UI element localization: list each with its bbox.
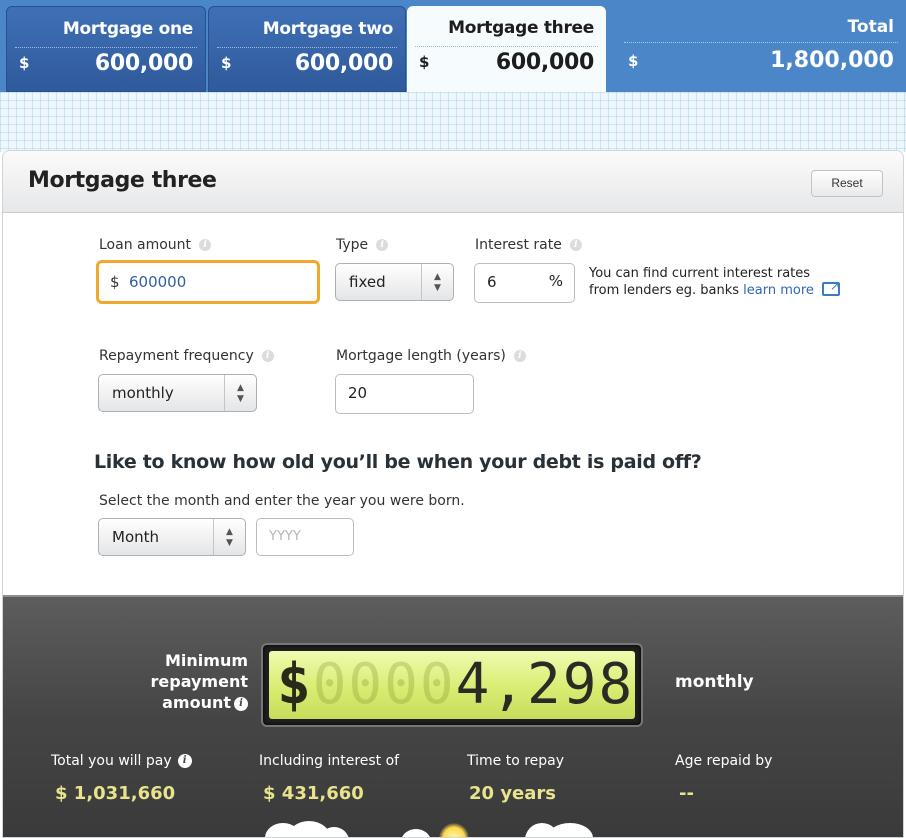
mortgage-length-input[interactable]: 20 — [335, 374, 474, 414]
interest-rate-label-text: Interest rate — [475, 237, 562, 253]
repayment-frequency-select[interactable]: monthly ▲ ▼ — [98, 374, 257, 412]
tab-title: Mortgage two — [262, 19, 394, 39]
lcd-dollar: $ — [277, 652, 313, 717]
help-line-2-text: from lenders eg. banks — [589, 283, 740, 298]
lcd-ghost-digits: 0000 — [312, 652, 456, 717]
learn-more-link[interactable]: learn more — [743, 283, 814, 298]
mortgage-length-value: 20 — [348, 384, 368, 402]
tab-amount: 600,000 — [94, 51, 193, 76]
lcd-digits: $00004,298 — [277, 653, 634, 717]
interest-value: $ 431,660 — [263, 783, 364, 804]
type-label-text: Type — [336, 237, 369, 253]
divider — [217, 47, 397, 48]
currency-symbol: $ — [221, 54, 232, 72]
tab-mortgage-three[interactable]: Mortgage three $ 600,000 — [407, 6, 606, 92]
age-repaid-label: Age repaid by — [675, 753, 773, 769]
select-arrows-icon: ▲ ▼ — [224, 375, 256, 411]
total-amount: 1,800,000 — [770, 48, 894, 73]
divider — [15, 47, 197, 48]
type-select[interactable]: fixed ▲ ▼ — [335, 263, 454, 301]
currency-symbol: $ — [110, 273, 120, 291]
min-label-line3: amount — [162, 693, 231, 712]
repayment-frequency-label: Repayment frequency i — [99, 348, 274, 364]
total-pay-label-text: Total you will pay — [51, 753, 172, 769]
results-panel: Minimum repayment amount i $00004,298 mon… — [3, 595, 903, 837]
birth-year-placeholder: YYYY — [269, 529, 301, 544]
sun-icon — [439, 823, 469, 837]
repayment-frequency-value: monthly — [112, 384, 174, 402]
tab-title: Mortgage one — [62, 19, 193, 39]
loan-amount-label: Loan amount i — [99, 237, 212, 253]
repayment-frequency-label-text: Repayment frequency — [99, 348, 254, 364]
mortgage-length-label: Mortgage length (years) i — [336, 348, 526, 364]
repayment-frequency-result: monthly — [675, 672, 754, 692]
total-pay-label: Total you will pay i — [51, 753, 192, 769]
birth-month-value: Month — [112, 528, 160, 546]
min-label-line2: repayment — [150, 672, 249, 691]
repayment-display: $00004,298 — [261, 643, 643, 727]
loan-amount-value: 600000 — [129, 273, 187, 291]
cloud-icon — [401, 829, 431, 837]
min-label-line1: Minimum — [164, 651, 248, 670]
divider — [415, 46, 598, 47]
type-select-value: fixed — [349, 273, 386, 291]
loan-amount-label-text: Loan amount — [99, 237, 192, 253]
info-icon[interactable]: i — [199, 239, 212, 251]
total-summary: Total $ 1,800,000 — [616, 0, 906, 92]
birth-year-input[interactable]: YYYY — [256, 518, 354, 556]
card-header: Mortgage three Reset — [3, 151, 903, 213]
help-line-1: You can find current interest rates — [589, 266, 811, 281]
currency-symbol: $ — [19, 54, 30, 72]
card-title: Mortgage three — [28, 168, 217, 193]
select-arrows-icon: ▲ ▼ — [213, 519, 245, 555]
interest-label: Including interest of — [259, 753, 400, 769]
info-icon[interactable]: i — [261, 350, 274, 362]
help-line-2: from lenders eg. banks learn more — [589, 278, 840, 299]
info-icon[interactable]: i — [513, 350, 526, 362]
mortgage-tabs-bar: Mortgage one $ 600,000 Mortgage two $ 60… — [0, 0, 906, 92]
tab-title: Mortgage three — [448, 18, 594, 38]
currency-symbol: $ — [419, 53, 430, 71]
time-to-repay-value: 20 years — [469, 783, 556, 804]
info-icon[interactable]: i — [376, 239, 389, 251]
cloud-icon — [547, 823, 593, 837]
minimum-repayment-label: Minimum repayment amount i — [133, 650, 248, 713]
reset-button[interactable]: Reset — [811, 170, 883, 197]
lcd-screen: $00004,298 — [269, 651, 635, 719]
select-arrows-icon: ▲ ▼ — [421, 264, 453, 300]
interest-help-text: You can find current interest rates from… — [589, 266, 840, 299]
age-question-heading: Like to know how old you’ll be when your… — [94, 451, 702, 473]
currency-symbol: $ — [628, 52, 639, 70]
info-icon[interactable]: i — [569, 239, 582, 251]
time-to-repay-label: Time to repay — [467, 753, 565, 769]
info-icon[interactable]: i — [234, 696, 248, 711]
repayment-amount: 4,298 — [455, 652, 635, 717]
loan-amount-input[interactable]: $ 600000 — [96, 260, 320, 304]
external-link-icon[interactable] — [821, 278, 840, 296]
tab-mortgage-two[interactable]: Mortgage two $ 600,000 — [208, 6, 406, 92]
age-instruction: Select the month and enter the year you … — [99, 493, 465, 509]
tab-mortgage-one[interactable]: Mortgage one $ 600,000 — [6, 6, 206, 92]
mortgage-length-label-text: Mortgage length (years) — [336, 348, 506, 364]
mortgage-card: Mortgage three Reset Loan amount i $ 6000… — [2, 150, 904, 838]
divider — [624, 42, 898, 43]
percent-unit: % — [548, 272, 563, 290]
type-label: Type i — [336, 237, 389, 253]
clouds-decoration — [3, 809, 903, 837]
tab-amount: 600,000 — [294, 51, 393, 76]
interest-rate-input[interactable]: 6 % — [474, 263, 575, 303]
min-label-line3-wrap: amount i — [133, 692, 248, 713]
total-title: Total — [847, 17, 894, 37]
age-repaid-value: -- — [679, 783, 694, 804]
grid-background — [0, 92, 906, 152]
interest-rate-label: Interest rate i — [475, 237, 582, 253]
birth-month-select[interactable]: Month ▲ ▼ — [98, 518, 246, 556]
interest-rate-value: 6 — [487, 273, 497, 291]
total-pay-value: $ 1,031,660 — [55, 783, 176, 804]
tab-amount: 600,000 — [495, 50, 594, 75]
info-icon[interactable]: i — [177, 754, 192, 768]
